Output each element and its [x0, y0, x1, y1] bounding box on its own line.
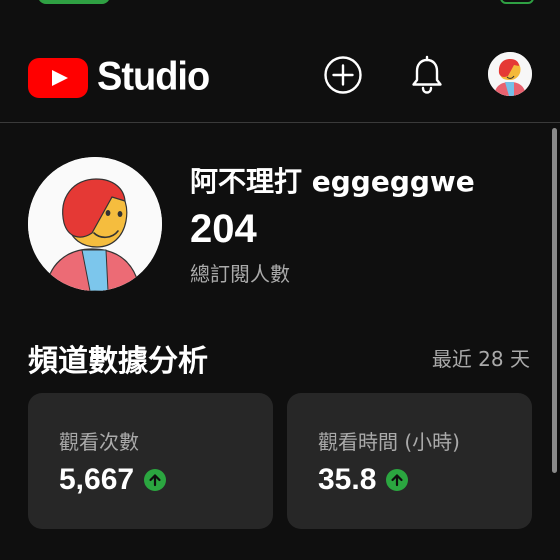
views-value-row: 5,667 — [59, 463, 167, 497]
youtube-play-icon — [28, 57, 88, 98]
avatar-illustration-icon — [488, 52, 532, 96]
views-card[interactable]: 觀看次數 5,667 — [28, 393, 273, 529]
trend-up-icon — [386, 469, 409, 491]
analytics-section-title: 頻道數據分析 — [28, 344, 208, 379]
account-avatar[interactable] — [488, 52, 532, 96]
bell-icon — [412, 55, 442, 94]
watch-time-card[interactable]: 觀看時間 (小時) 35.8 — [287, 393, 532, 529]
channel-name: 阿不理打 eggeggwe — [190, 165, 475, 198]
trend-up-icon — [144, 469, 167, 491]
header-divider — [0, 122, 560, 123]
watch-time-value-row: 35.8 — [318, 463, 409, 497]
youtube-studio-logo[interactable]: Studio — [28, 54, 210, 100]
studio-screen: Studio 阿不理打 eggeggwe 204 總訂閱人數 頻道數據分析 最近… — [0, 0, 560, 560]
subscriber-label: 總訂閱人數 — [190, 262, 290, 286]
subscriber-count: 204 — [190, 207, 257, 251]
create-button[interactable] — [321, 53, 365, 97]
channel-avatar[interactable] — [28, 157, 162, 291]
views-value: 5,667 — [59, 463, 135, 496]
scrollbar[interactable] — [552, 128, 557, 473]
channel-avatar-illustration-icon — [28, 157, 162, 291]
analytics-period: 最近 28 天 — [431, 347, 530, 371]
create-icon — [324, 56, 362, 94]
watch-time-value: 35.8 — [318, 463, 377, 496]
top-app-bar: Studio — [0, 0, 560, 122]
watch-time-label: 觀看時間 (小時) — [318, 430, 460, 454]
logo-text: Studio — [97, 54, 210, 100]
notifications-button[interactable] — [405, 53, 449, 97]
views-label: 觀看次數 — [59, 430, 139, 454]
